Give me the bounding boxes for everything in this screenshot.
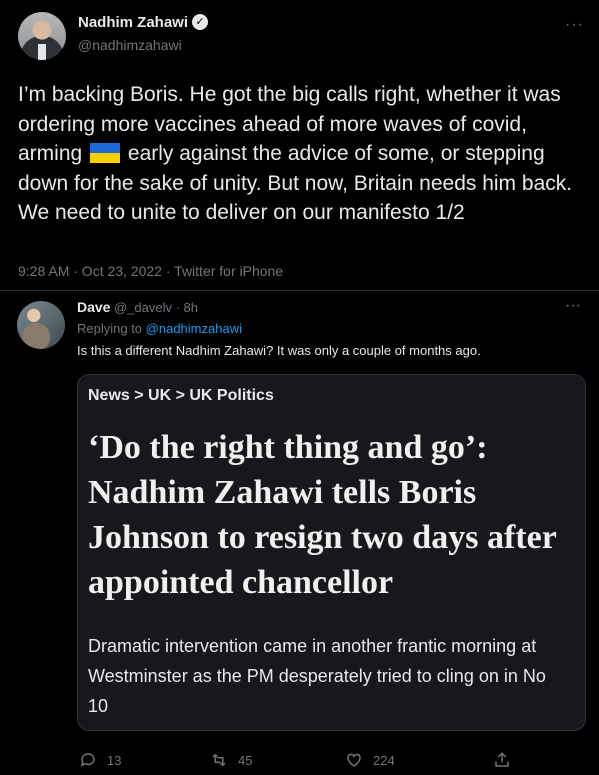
reply-handle-time[interactable]: @_davelv · 8h xyxy=(114,300,198,315)
reply-button[interactable]: 13 xyxy=(79,751,121,769)
author-name[interactable]: Nadhim Zahawi xyxy=(78,14,188,31)
replying-prefix: Replying to xyxy=(77,321,143,336)
card-breadcrumb: News > UK > UK Politics xyxy=(88,387,274,404)
reply-icon xyxy=(80,753,95,767)
action-bar: 13 45 224 xyxy=(77,751,586,775)
heart-icon xyxy=(347,753,361,767)
reply-tweet[interactable]: Dave @_davelv · 8h ··· Replying to @nadh… xyxy=(0,290,599,775)
link-card[interactable]: News > UK > UK Politics ‘Do the right th… xyxy=(77,374,586,731)
reply-author-name[interactable]: Dave xyxy=(77,299,110,315)
retweet-button[interactable]: 45 xyxy=(210,751,252,769)
reply-count: 13 xyxy=(107,752,122,768)
more-options-icon[interactable]: ··· xyxy=(565,16,584,34)
like-count: 224 xyxy=(373,752,395,768)
share-icon xyxy=(495,752,509,767)
ukraine-flag-icon xyxy=(90,143,121,163)
reply-avatar[interactable] xyxy=(17,301,65,349)
tweet-text: I’m backing Boris. He got the big calls … xyxy=(18,80,584,228)
tweet-timestamp[interactable]: 9:28 AM · Oct 23, 2022 · Twitter for iPh… xyxy=(18,263,283,279)
retweet-count: 45 xyxy=(238,752,253,768)
like-button[interactable]: 224 xyxy=(345,751,395,769)
avatar[interactable] xyxy=(18,12,66,60)
card-headline: ‘Do the right thing and go’: Nadhim Zaha… xyxy=(88,429,557,601)
author-handle[interactable]: @nadhimzahawi xyxy=(78,37,182,53)
replying-mention-link[interactable]: @nadhimzahawi xyxy=(146,321,242,336)
share-button[interactable] xyxy=(493,751,521,769)
card-standfirst: Dramatic intervention came in another fr… xyxy=(88,636,546,716)
replying-to: Replying to @nadhimzahawi xyxy=(77,321,242,336)
verified-badge-icon: ✓ xyxy=(192,14,208,30)
main-tweet: Nadhim Zahawi ✓ @nadhimzahawi ··· I’m ba… xyxy=(0,0,599,290)
reply-more-options-icon[interactable]: ··· xyxy=(565,297,581,315)
retweet-icon xyxy=(212,753,226,767)
reply-text: Is this a different Nadhim Zahawi? It wa… xyxy=(77,343,481,358)
